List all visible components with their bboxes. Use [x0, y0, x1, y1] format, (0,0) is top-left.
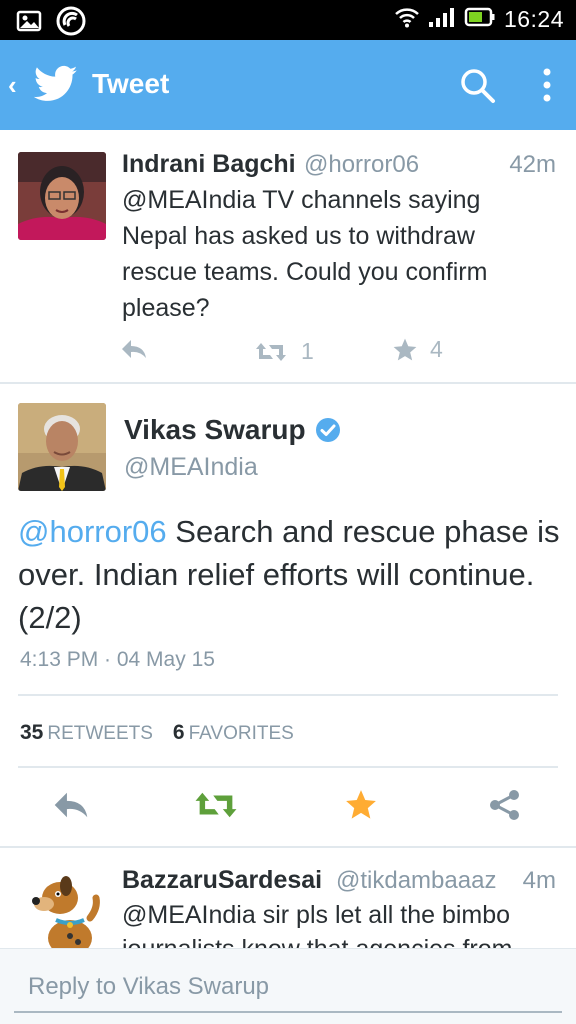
star-icon [346, 790, 376, 819]
search-icon [461, 69, 495, 103]
retweet-icon [256, 342, 286, 361]
avatar[interactable] [18, 152, 106, 240]
divider [18, 766, 558, 768]
tweet-actions [0, 786, 576, 830]
twitter-bird-icon[interactable] [33, 65, 78, 108]
favorite-count: 4 [430, 336, 443, 362]
favorite-button[interactable]: 4 [392, 336, 443, 363]
tweet-item[interactable]: Indrani Bagchi @horror06 42m @MEAIndia T… [0, 130, 576, 384]
reply-input[interactable] [14, 963, 562, 1013]
page-title: Tweet [92, 68, 170, 99]
app-bar: ‹ Tweet [0, 40, 576, 130]
star-icon [393, 338, 417, 360]
author-name[interactable]: Indrani Bagchi [122, 150, 296, 179]
favorites-stat[interactable]: 6 FAVORITES [173, 721, 294, 745]
mention-link[interactable]: @horror06 [18, 514, 167, 549]
reply-icon [122, 340, 146, 358]
tweet-text: @horror06 Search and rescue phase is ove… [18, 510, 563, 639]
battery-icon [464, 6, 496, 33]
verified-badge-icon [315, 417, 341, 448]
search-button[interactable] [458, 66, 498, 106]
favorite-button[interactable] [344, 788, 378, 827]
author-handle[interactable]: @MEAIndia [124, 453, 258, 482]
retweet-button[interactable]: 1 [255, 338, 314, 365]
author-handle[interactable]: @horror06 [304, 151, 419, 179]
tweet-stats: 35 RETWEETS 6 FAVORITES [20, 721, 294, 745]
tweet-age: 42m [509, 151, 556, 178]
retweets-stat[interactable]: 35 RETWEETS [20, 721, 153, 745]
app-notification-icon [56, 6, 86, 41]
wifi-icon [394, 6, 420, 33]
tweet-age: 4m [522, 867, 556, 894]
avatar[interactable] [22, 868, 110, 950]
favorites-label: FAVORITES [188, 723, 294, 744]
divider [18, 694, 558, 696]
overflow-menu-button[interactable] [532, 66, 562, 106]
retweet-count: 1 [301, 338, 314, 364]
reply-icon [54, 792, 88, 818]
retweet-total: 35 [20, 721, 44, 744]
tweet-timestamp: 4:13 PM · 04 May 15 [20, 648, 215, 671]
tweet-text: @MEAIndia sir pls let all the bimbo jour… [122, 901, 513, 950]
avatar[interactable] [18, 403, 106, 491]
tweet-text: @MEAIndia TV channels saying Nepal has a… [122, 186, 488, 322]
more-vert-icon [543, 68, 551, 102]
reply-button[interactable] [120, 338, 148, 365]
author-name[interactable]: BazzaruSardesai [122, 866, 322, 895]
share-button[interactable] [488, 788, 522, 827]
author-handle[interactable]: @tikdambaaaz [336, 867, 496, 895]
reply-bar [0, 948, 576, 1024]
retweet-icon [195, 792, 237, 818]
clock: 16:24 [503, 6, 564, 32]
status-bar: 16:24 [0, 0, 576, 40]
back-button[interactable]: ‹ [8, 70, 17, 101]
share-icon [490, 790, 519, 820]
signal-icon [428, 6, 456, 33]
reply-button[interactable] [52, 790, 90, 825]
tweet-item[interactable]: BazzaruSardesai @tikdambaaaz 4m @MEAIndi… [0, 846, 576, 950]
author-name[interactable]: Vikas Swarup [124, 414, 306, 446]
retweet-button[interactable] [194, 790, 238, 825]
gallery-notification-icon [16, 9, 42, 38]
favorite-total: 6 [172, 721, 185, 744]
retweets-label: RETWEETS [47, 723, 153, 744]
